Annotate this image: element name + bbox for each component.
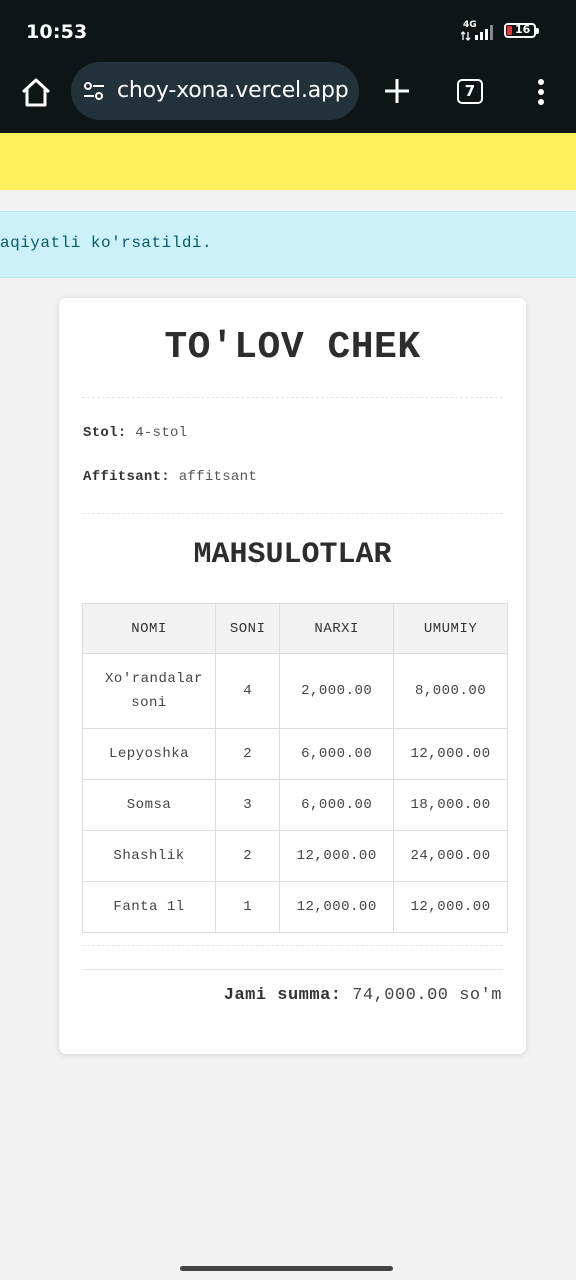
item-price: 12,000.00 [279, 881, 395, 933]
site-settings-icon[interactable] [82, 79, 106, 103]
item-name: Shashlik [81, 830, 217, 882]
divider [82, 397, 503, 398]
item-price: 6,000.00 [279, 728, 395, 780]
total-value: 74,000.00 so'm [352, 986, 502, 1005]
item-qty: 2 [215, 728, 281, 780]
item-price: 2,000.00 [279, 653, 395, 729]
signal-icon: 4G [461, 20, 499, 42]
item-total: 12,000.00 [393, 881, 508, 933]
home-icon[interactable] [19, 76, 53, 110]
new-tab-icon[interactable] [382, 76, 412, 106]
item-price: 12,000.00 [279, 830, 395, 882]
table-info: Stol: 4-stol [83, 425, 187, 441]
alert-text: aqiyatli ko'rsatildi. [0, 234, 213, 252]
gesture-handle[interactable] [180, 1266, 393, 1271]
receipt-title: TO'LOV CHEK [164, 326, 421, 369]
item-name: Lepyoshka [81, 728, 217, 780]
column-header: NARXI [279, 603, 395, 654]
success-alert: aqiyatli ko'rsatildi. [0, 211, 576, 278]
clock: 10:53 [26, 21, 88, 43]
divider [82, 513, 503, 514]
table-row: Lepyoshka 2 6,000.00 12,000.00 [81, 728, 508, 780]
item-qty: 4 [215, 653, 281, 729]
table-row: Fanta 1l 1 12,000.00 12,000.00 [81, 881, 508, 933]
item-qty: 1 [215, 881, 281, 933]
item-name: Xo'randalar soni [81, 653, 217, 729]
item-price: 6,000.00 [279, 779, 395, 831]
tab-switcher-button[interactable]: 7 [457, 79, 483, 104]
total-label: Jami summa: [223, 986, 342, 1005]
table-value: 4-stol [135, 425, 188, 441]
waiter-info: Affitsant: affitsant [83, 469, 257, 485]
column-header: SONI [215, 603, 281, 654]
grand-total: Jami summa: 74,000.00 so'm [224, 986, 502, 1005]
url-text: choy-xona.vercel.app [117, 78, 349, 103]
top-banner [0, 133, 576, 190]
table-row: Shashlik 2 12,000.00 24,000.00 [81, 830, 508, 882]
item-name: Somsa [81, 779, 217, 831]
item-qty: 3 [215, 779, 281, 831]
item-qty: 2 [215, 830, 281, 882]
table-row: Xo'randalar soni 4 2,000.00 8,000.00 [81, 653, 508, 729]
receipt-card: TO'LOV CHEK Stol: 4-stol Affitsant: affi… [59, 298, 526, 1054]
address-bar[interactable]: choy-xona.vercel.app [71, 62, 359, 120]
item-total: 12,000.00 [393, 728, 508, 780]
products-title: MAHSULOTLAR [193, 538, 392, 572]
column-header: UMUMIY [393, 603, 508, 654]
more-menu-icon[interactable] [530, 78, 552, 106]
column-header: NOMI [81, 603, 217, 654]
divider [82, 969, 503, 970]
waiter-label: Affitsant: [83, 469, 171, 485]
table-label: Stol: [83, 425, 127, 441]
products-table: NOMI SONI NARXI UMUMIY Xo'randalar soni … [81, 603, 508, 933]
item-name: Fanta 1l [81, 881, 217, 933]
waiter-value: affitsant [178, 469, 258, 485]
divider [82, 945, 503, 946]
table-header-row: NOMI SONI NARXI UMUMIY [81, 603, 508, 654]
tab-count: 7 [464, 82, 476, 100]
battery-icon: 16 [504, 23, 539, 38]
status-bar: 10:53 4G 16 [0, 0, 576, 62]
table-row: Somsa 3 6,000.00 18,000.00 [81, 779, 508, 831]
browser-toolbar: choy-xona.vercel.app 7 [0, 62, 576, 133]
item-total: 8,000.00 [393, 653, 508, 729]
item-total: 18,000.00 [393, 779, 508, 831]
battery-level: 16 [515, 23, 531, 36]
item-total: 24,000.00 [393, 830, 508, 882]
